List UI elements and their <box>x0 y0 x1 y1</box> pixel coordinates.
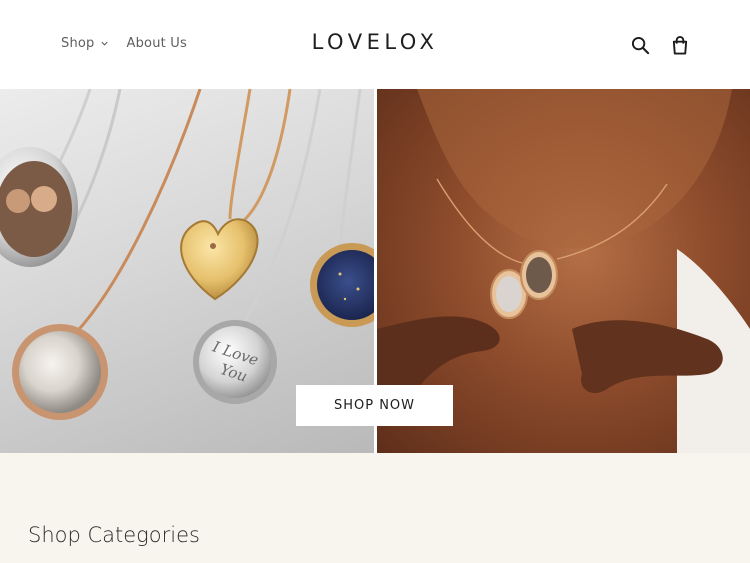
section-title: Shop Categories <box>28 523 200 547</box>
cart-button[interactable] <box>670 35 690 55</box>
cart-icon <box>672 35 688 55</box>
search-button[interactable] <box>630 35 650 55</box>
header-icons <box>630 35 690 55</box>
hero-banner: I Love You SHOP NOW <box>0 89 750 453</box>
shop-categories-section: Shop Categories <box>0 453 750 563</box>
shop-now-button[interactable]: SHOP NOW <box>296 385 453 426</box>
site-header: Shop About Us LOVELOX <box>0 0 750 89</box>
search-icon <box>631 36 649 54</box>
